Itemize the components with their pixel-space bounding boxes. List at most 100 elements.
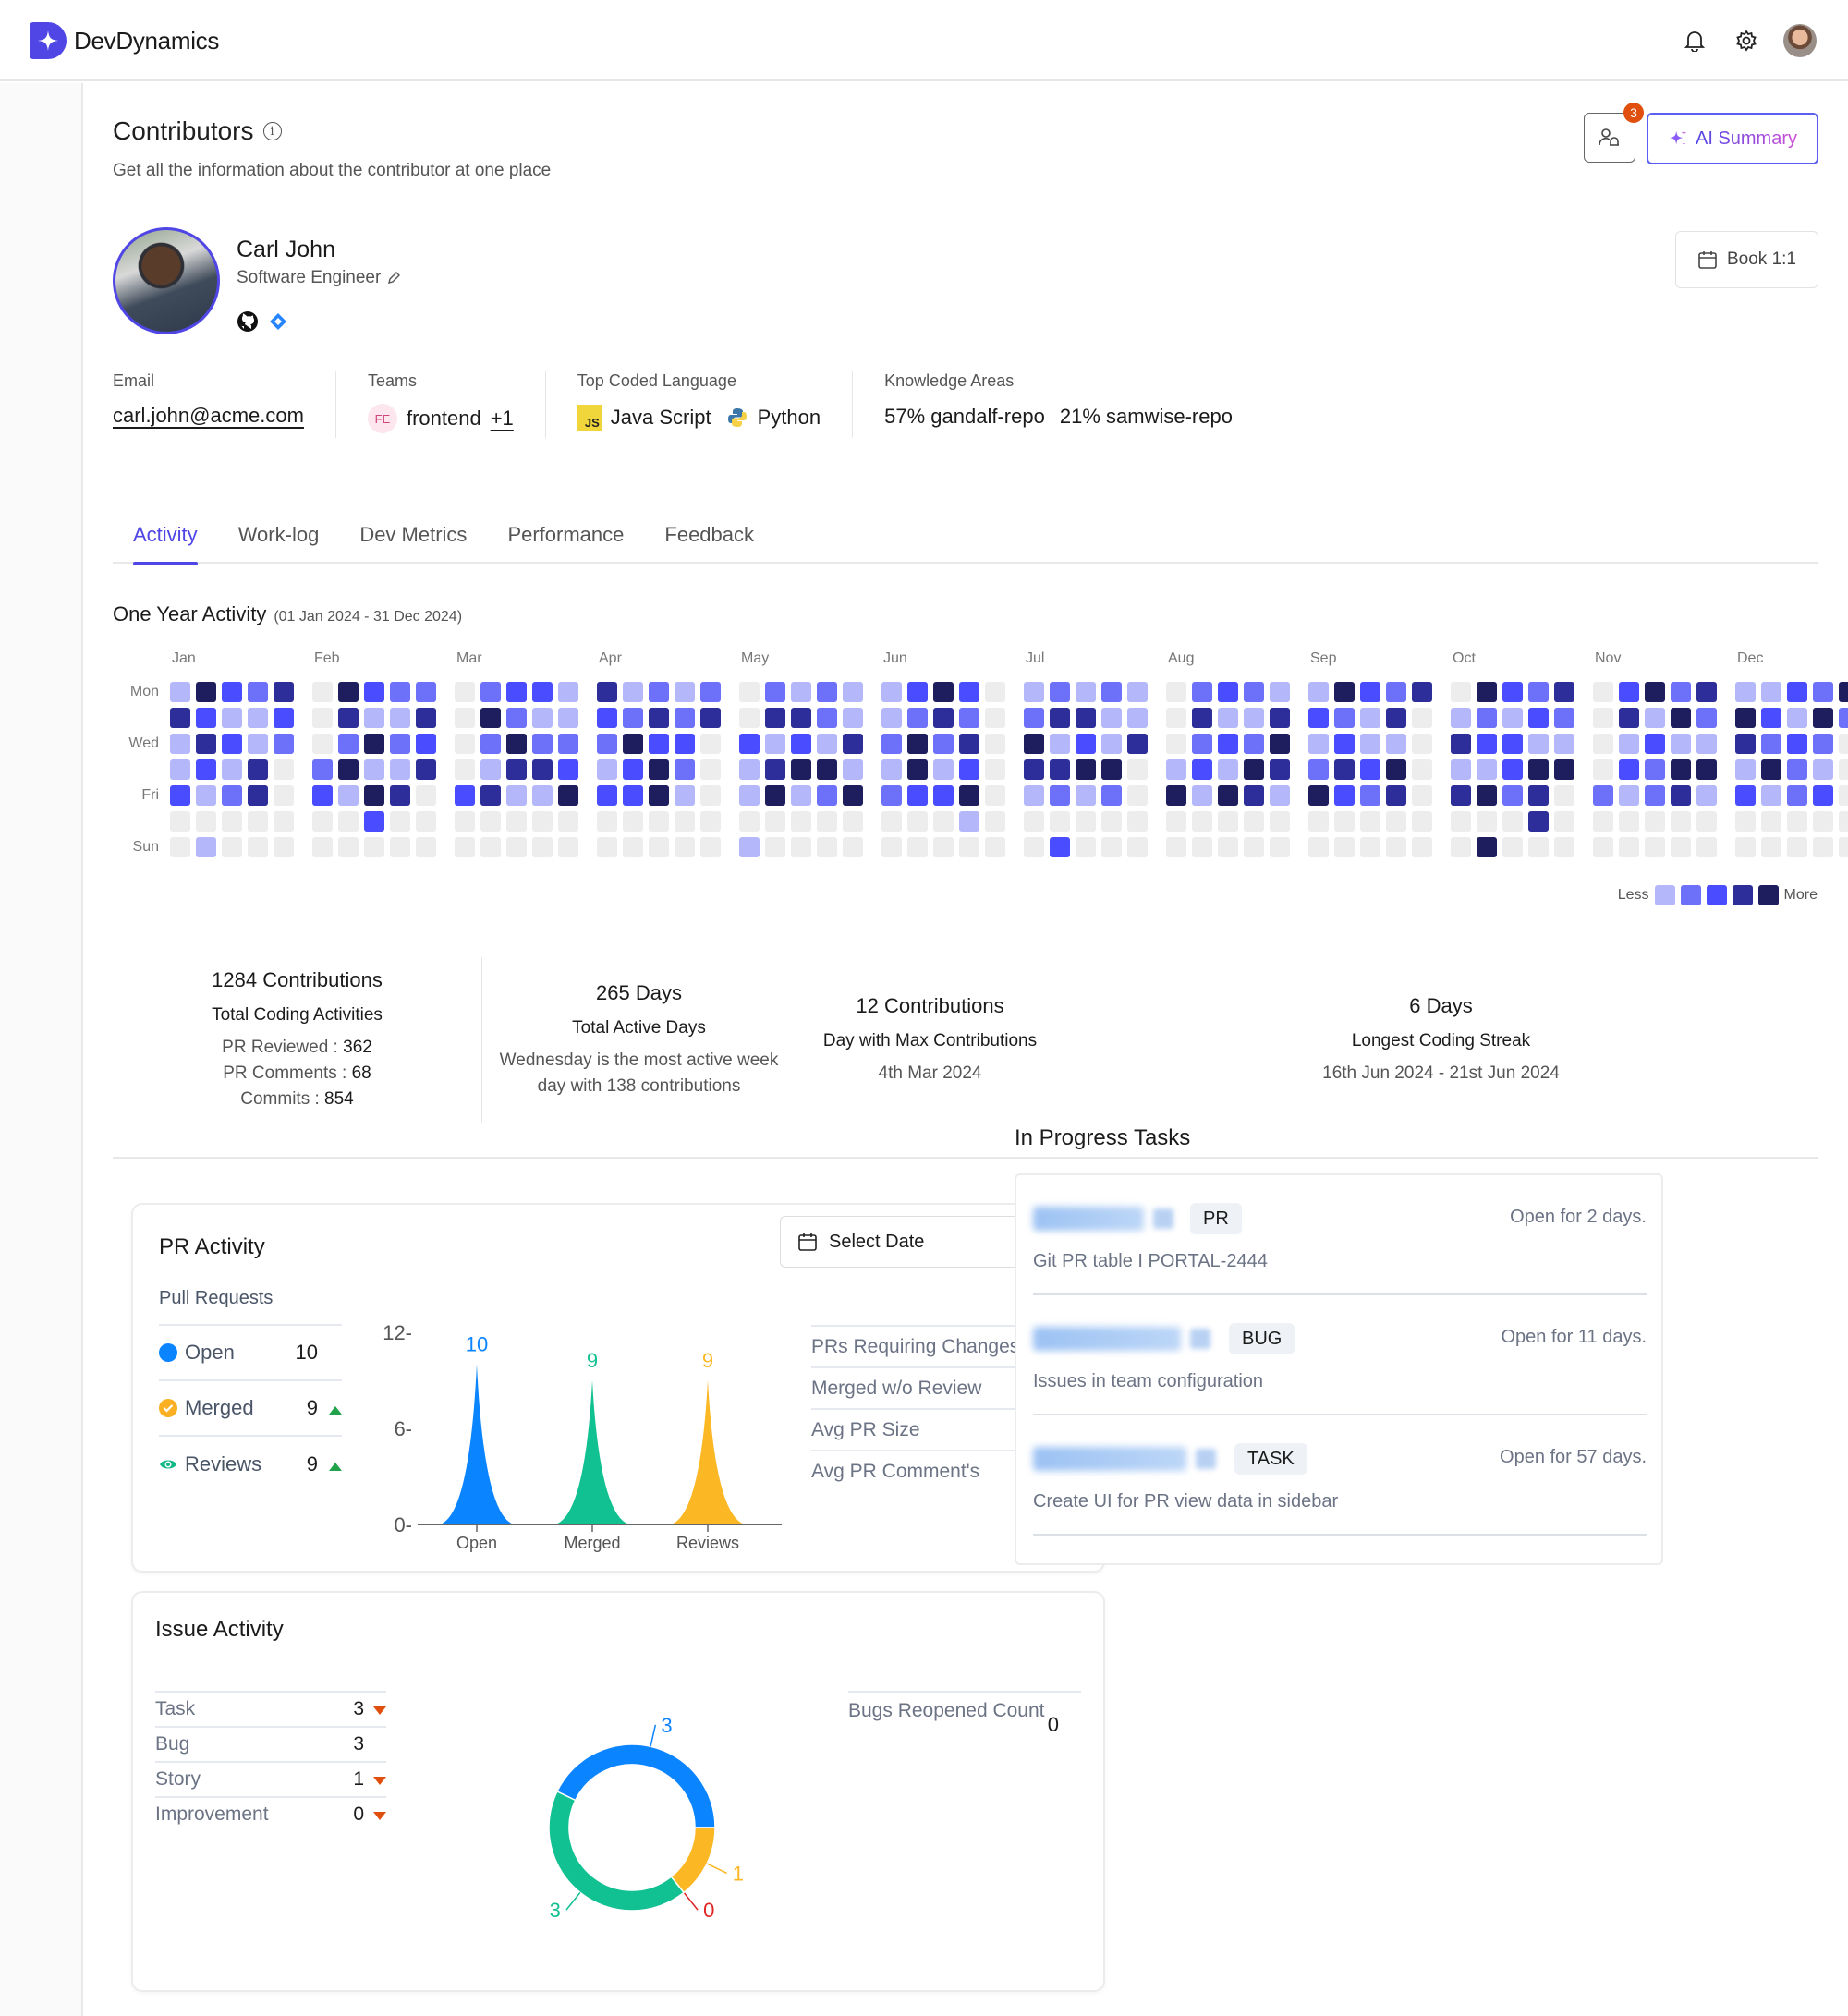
heatmap-cell[interactable] [1696, 785, 1717, 806]
heatmap-cell[interactable] [1593, 708, 1613, 728]
heatmap-cell[interactable] [1076, 811, 1096, 832]
heatmap-cell[interactable] [1244, 837, 1264, 857]
heatmap-cell[interactable] [1554, 682, 1574, 702]
heatmap-cell[interactable] [274, 759, 294, 780]
heatmap-cell[interactable] [1787, 785, 1807, 806]
heatmap-cell[interactable] [985, 837, 1005, 857]
heatmap-cell[interactable] [222, 759, 242, 780]
heatmap-cell[interactable] [416, 811, 436, 832]
heatmap-cell[interactable] [170, 785, 190, 806]
heatmap-cell[interactable] [1813, 708, 1833, 728]
heatmap-cell[interactable] [881, 734, 902, 754]
heatmap-cell[interactable] [455, 837, 475, 857]
heatmap-cell[interactable] [765, 682, 785, 702]
heatmap-cell[interactable] [597, 734, 617, 754]
task-key-link-redacted[interactable] [1033, 1207, 1144, 1231]
heatmap-cell[interactable] [1735, 785, 1756, 806]
heatmap-cell[interactable] [1477, 682, 1497, 702]
heatmap-cell[interactable] [1645, 759, 1665, 780]
heatmap-cell[interactable] [985, 811, 1005, 832]
heatmap-cell[interactable] [1024, 785, 1044, 806]
heatmap-cell[interactable] [1166, 682, 1186, 702]
heatmap-cell[interactable] [675, 811, 695, 832]
heatmap-cell[interactable] [506, 682, 527, 702]
heatmap-cell[interactable] [480, 811, 501, 832]
heatmap-cell[interactable] [1244, 708, 1264, 728]
heatmap-cell[interactable] [1024, 759, 1044, 780]
heatmap-cell[interactable] [1502, 811, 1523, 832]
heatmap-cell[interactable] [222, 682, 242, 702]
heatmap-cell[interactable] [623, 811, 643, 832]
heatmap-cell[interactable] [739, 734, 760, 754]
heatmap-cell[interactable] [1386, 785, 1406, 806]
heatmap-cell[interactable] [558, 708, 578, 728]
heatmap-cell[interactable] [675, 734, 695, 754]
heatmap-cell[interactable] [1050, 708, 1070, 728]
heatmap-cell[interactable] [1593, 837, 1613, 857]
heatmap-cell[interactable] [1645, 811, 1665, 832]
heatmap-cell[interactable] [623, 759, 643, 780]
heatmap-cell[interactable] [933, 811, 954, 832]
heatmap-cell[interactable] [765, 734, 785, 754]
heatmap-cell[interactable] [933, 682, 954, 702]
heatmap-cell[interactable] [1696, 682, 1717, 702]
heatmap-cell[interactable] [1761, 708, 1781, 728]
heatmap-cell[interactable] [1334, 785, 1355, 806]
heatmap-cell[interactable] [1477, 708, 1497, 728]
heatmap-cell[interactable] [1334, 708, 1355, 728]
heatmap-cell[interactable] [1477, 785, 1497, 806]
heatmap-cell[interactable] [1192, 682, 1212, 702]
heatmap-cell[interactable] [1360, 734, 1380, 754]
heatmap-cell[interactable] [700, 682, 721, 702]
heatmap-cell[interactable] [1166, 708, 1186, 728]
heatmap-cell[interactable] [1671, 811, 1691, 832]
heatmap-cell[interactable] [1451, 811, 1471, 832]
heatmap-cell[interactable] [480, 785, 501, 806]
heatmap-cell[interactable] [985, 708, 1005, 728]
heatmap-cell[interactable] [1218, 785, 1238, 806]
heatmap-cell[interactable] [506, 785, 527, 806]
heatmap-cell[interactable] [1166, 837, 1186, 857]
heatmap-cell[interactable] [390, 708, 410, 728]
heatmap-cell[interactable] [623, 734, 643, 754]
heatmap-cell[interactable] [817, 682, 837, 702]
heatmap-cell[interactable] [455, 759, 475, 780]
heatmap-cell[interactable] [1813, 682, 1833, 702]
heatmap-cell[interactable] [1334, 811, 1355, 832]
heatmap-cell[interactable] [1619, 734, 1639, 754]
heatmap-cell[interactable] [364, 734, 384, 754]
heatmap-cell[interactable] [843, 759, 863, 780]
heatmap-cell[interactable] [1528, 837, 1549, 857]
heatmap-cell[interactable] [364, 837, 384, 857]
heatmap-cell[interactable] [248, 759, 268, 780]
heatmap-cell[interactable] [907, 734, 928, 754]
heatmap-cell[interactable] [1244, 785, 1264, 806]
heatmap-cell[interactable] [196, 682, 216, 702]
heatmap-cell[interactable] [390, 734, 410, 754]
heatmap-cell[interactable] [1024, 682, 1044, 702]
heatmap-cell[interactable] [1076, 837, 1096, 857]
heatmap-cell[interactable] [791, 811, 811, 832]
heatmap-cell[interactable] [1554, 708, 1574, 728]
heatmap-cell[interactable] [1619, 811, 1639, 832]
heatmap-cell[interactable] [959, 759, 979, 780]
heatmap-cell[interactable] [817, 811, 837, 832]
heatmap-cell[interactable] [1386, 682, 1406, 702]
heatmap-cell[interactable] [1244, 682, 1264, 702]
heatmap-cell[interactable] [416, 837, 436, 857]
heatmap-cell[interactable] [959, 785, 979, 806]
heatmap-cell[interactable] [170, 759, 190, 780]
heatmap-cell[interactable] [170, 708, 190, 728]
info-icon[interactable]: i [262, 122, 282, 140]
heatmap-cell[interactable] [1619, 837, 1639, 857]
heatmap-cell[interactable] [907, 837, 928, 857]
heatmap-cell[interactable] [675, 785, 695, 806]
heatmap-cell[interactable] [274, 708, 294, 728]
donut-slice-task[interactable] [555, 1743, 716, 1828]
heatmap-cell[interactable] [1192, 811, 1212, 832]
heatmap-cell[interactable] [1244, 811, 1264, 832]
heatmap-cell[interactable] [532, 708, 553, 728]
heatmap-cell[interactable] [1761, 811, 1781, 832]
heatmap-cell[interactable] [480, 759, 501, 780]
heatmap-cell[interactable] [1360, 759, 1380, 780]
